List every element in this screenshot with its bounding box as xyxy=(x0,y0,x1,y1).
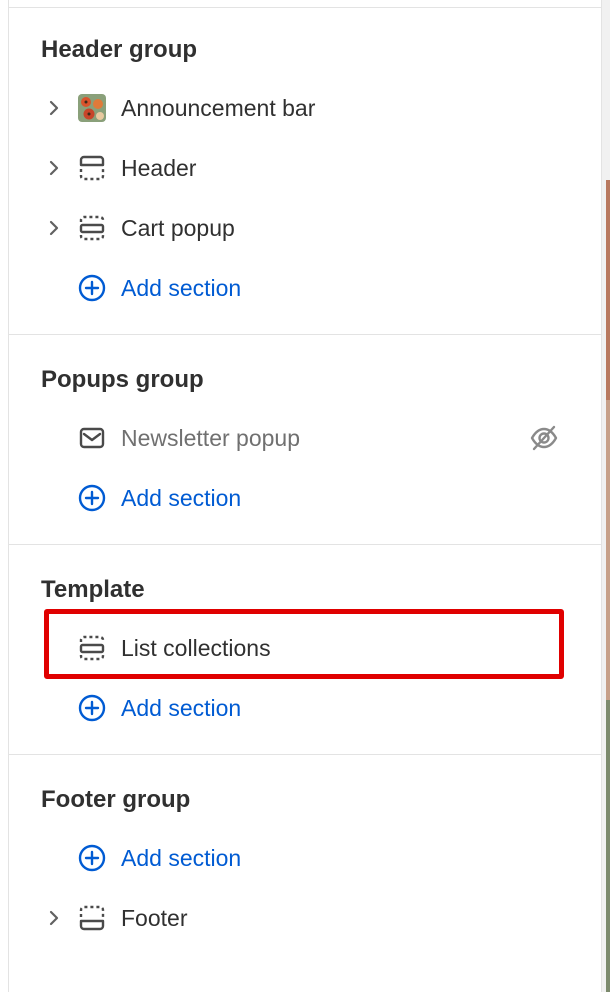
section-item-label: Announcement bar xyxy=(121,95,316,121)
add-section-button[interactable]: Add section xyxy=(9,476,601,520)
divider xyxy=(9,7,601,8)
add-section-button[interactable]: Add section xyxy=(9,266,601,310)
add-section-label: Add section xyxy=(121,485,242,511)
section-item-announcement-bar[interactable]: Announcement bar xyxy=(9,86,601,130)
section-item-header[interactable]: Header xyxy=(9,146,601,190)
header-group-title: Header group xyxy=(41,36,198,63)
add-section-button[interactable]: Add section xyxy=(9,686,601,730)
plus-circle-icon xyxy=(77,273,107,303)
plus-circle-icon xyxy=(77,843,107,873)
preview-edge-block xyxy=(606,180,610,400)
add-section-label: Add section xyxy=(121,845,242,871)
preview-edge-block xyxy=(606,700,610,992)
divider xyxy=(9,544,601,545)
chevron-right-icon[interactable] xyxy=(45,218,63,238)
header-layout-icon xyxy=(77,153,107,183)
divider xyxy=(9,754,601,755)
add-section-label: Add section xyxy=(121,695,242,721)
footer-group-title: Footer group xyxy=(41,786,191,813)
section-layout-icon xyxy=(77,213,107,243)
add-section-label: Add section xyxy=(121,275,242,301)
plus-circle-icon xyxy=(77,483,107,513)
popups-group-title: Popups group xyxy=(41,366,204,393)
mail-icon xyxy=(77,423,107,453)
section-item-label: Newsletter popup xyxy=(121,425,300,451)
section-item-cart-popup[interactable]: Cart popup xyxy=(9,206,601,250)
chevron-right-icon[interactable] xyxy=(45,158,63,178)
chevron-right-icon[interactable] xyxy=(45,908,63,928)
preview-edge-block xyxy=(606,400,610,700)
footer-layout-icon xyxy=(77,903,107,933)
add-section-button[interactable]: Add section xyxy=(9,836,601,880)
sections-sidebar: Header group Announcement bar Header Car… xyxy=(8,0,602,992)
section-item-label: Footer xyxy=(121,905,188,931)
section-item-footer[interactable]: Footer xyxy=(9,896,601,940)
section-item-label: Cart popup xyxy=(121,215,235,241)
image-thumbnail-icon xyxy=(77,93,107,123)
section-item-newsletter-popup[interactable]: Newsletter popup xyxy=(9,416,601,460)
section-item-label: Header xyxy=(121,155,197,181)
highlight-box xyxy=(44,609,564,679)
chevron-right-icon[interactable] xyxy=(45,98,63,118)
eye-off-icon[interactable] xyxy=(529,423,559,453)
preview-edge xyxy=(601,0,610,992)
plus-circle-icon xyxy=(77,693,107,723)
divider xyxy=(9,334,601,335)
template-group-title: Template xyxy=(41,576,145,603)
